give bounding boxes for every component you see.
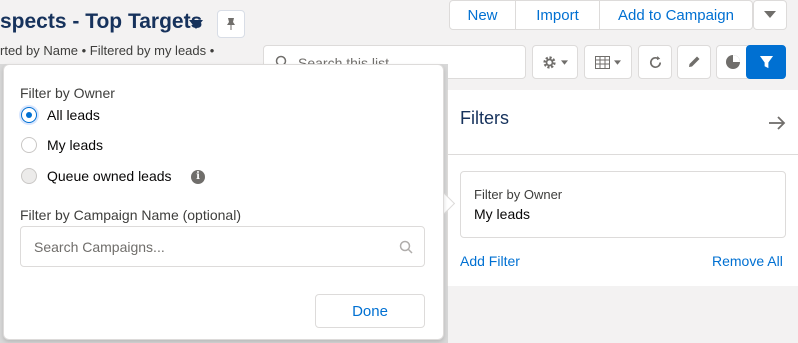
radio-all-leads-label: All leads <box>47 107 100 123</box>
radio-queue-owned-leads-label: Queue owned leads <box>47 168 172 184</box>
radio-button-checked[interactable] <box>21 107 37 123</box>
filters-panel-title: Filters <box>460 108 509 128</box>
list-view-switcher-caret-icon[interactable] <box>189 20 203 29</box>
refresh-icon <box>649 55 661 68</box>
radio-all-leads[interactable]: All leads <box>20 106 180 126</box>
caret-down-icon <box>764 11 776 18</box>
filter-icon <box>759 55 773 68</box>
campaign-filter-label: Filter by Campaign Name (optional) <box>20 207 241 223</box>
charts-button[interactable] <box>716 45 750 79</box>
owner-filter-card-label: Filter by Owner <box>474 187 563 202</box>
add-filter-link[interactable]: Add Filter <box>460 253 520 269</box>
radio-button[interactable] <box>21 137 37 153</box>
owner-filter-label: Filter by Owner <box>20 85 115 101</box>
action-button-group: New Import Add to Campaign <box>449 0 753 30</box>
gear-icon <box>543 55 556 69</box>
pencil-icon <box>689 56 700 67</box>
owner-filter-card[interactable]: Filter by Owner My leads <box>460 171 786 238</box>
list-view-title[interactable]: spects - Top Targets <box>0 10 202 34</box>
caret-down-icon <box>561 59 568 65</box>
display-as-button[interactable] <box>584 45 632 79</box>
pin-icon <box>227 18 235 30</box>
inline-edit-button[interactable] <box>677 45 711 79</box>
pin-list-button[interactable] <box>217 10 245 38</box>
new-button[interactable]: New <box>449 0 516 30</box>
list-view-subtitle: rted by Name • Filtered by my leads • <box>0 43 215 58</box>
import-button[interactable]: Import <box>516 0 600 30</box>
list-settings-button[interactable] <box>532 45 578 79</box>
search-icon <box>399 240 413 254</box>
more-actions-button[interactable] <box>753 0 787 30</box>
refresh-button[interactable] <box>638 45 672 79</box>
campaign-search-placeholder: Search Campaigns... <box>34 239 165 255</box>
owner-filter-card-value: My leads <box>474 206 531 222</box>
radio-my-leads-label: My leads <box>47 137 104 153</box>
pie-chart-icon <box>726 55 740 69</box>
radio-my-leads[interactable]: My leads <box>20 136 180 156</box>
campaign-search-input[interactable]: Search Campaigns... <box>20 226 425 267</box>
filter-button[interactable] <box>746 45 786 79</box>
radio-queue-owned-leads[interactable]: Queue owned leads <box>20 167 185 187</box>
arrow-right-icon[interactable] <box>768 116 786 130</box>
add-to-campaign-button[interactable]: Add to Campaign <box>600 0 753 30</box>
caret-down-icon <box>614 59 621 65</box>
done-button[interactable]: Done <box>315 294 425 328</box>
radio-button-disabled <box>21 168 37 184</box>
filters-divider <box>447 154 798 155</box>
remove-all-link[interactable]: Remove All <box>712 253 783 269</box>
table-icon <box>595 55 610 69</box>
info-icon[interactable]: i <box>191 170 205 184</box>
